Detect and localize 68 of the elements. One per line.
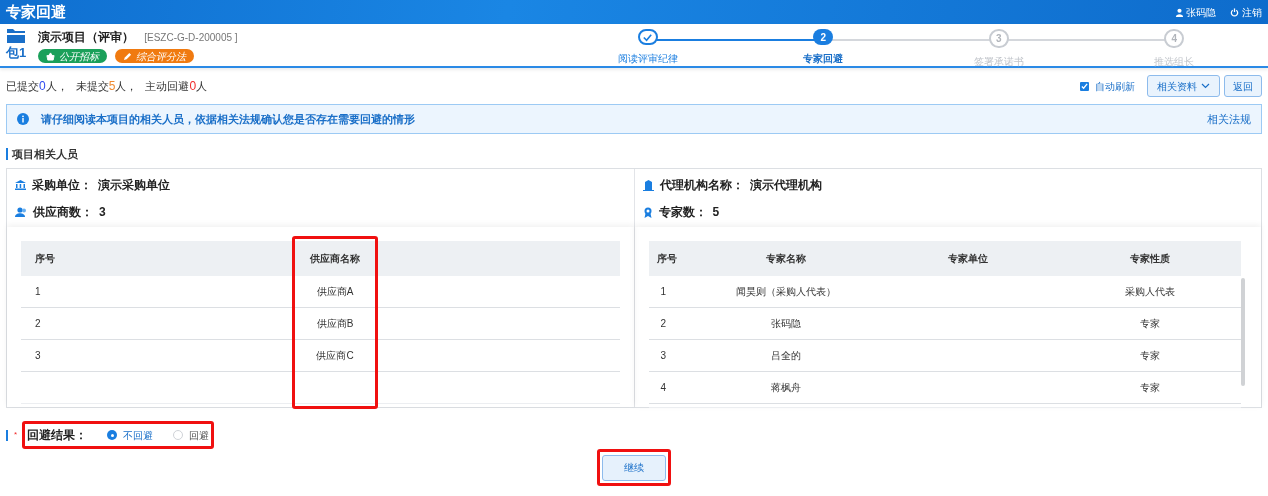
info-value: 5 [712,204,720,221]
notice-text: 请仔细阅读本项目的相关人员，依据相关法规确认您是否存在需要回避的情形 [41,111,415,127]
table-cell-text: 专家 [1138,349,1161,363]
column-header: 序号 [655,252,678,266]
info-icon [17,113,29,125]
table-cell-text: 吕全的 [769,349,802,363]
table-cell-text: 闻昊则（采购人代表） [734,285,837,299]
project-code: [ESZC-G-D-200005 ] [144,31,238,45]
table-cell: 供应商A [297,276,373,308]
check-icon [642,31,654,43]
method-tag: 综合评分法 [115,49,195,63]
column-header: 专家性质 [1128,252,1171,266]
table-cell-text: 2 [659,317,668,331]
page-title: 专家回避 [6,1,66,22]
regulations-link[interactable]: 相关法规 [1207,110,1251,128]
table-cell-text: 采购人代表 [1123,285,1176,299]
table-cell-text: 专家 [1138,381,1161,395]
materials-dropdown[interactable]: 相关资料 [1147,75,1220,97]
info-label: 专家数： [658,204,707,221]
folder-icon [7,28,26,43]
logout-button[interactable]: 注销 [1230,4,1262,20]
column-header: 专家单位 [946,252,989,266]
scrollbar[interactable] [1241,278,1245,386]
info-value: 演示采购单位 [98,177,170,194]
table-cell: 供应商B [297,308,373,340]
project-name: 演示项目（评审） [38,29,135,46]
table-cell-text: 张码隐 [769,317,802,331]
info-value: 演示代理机构 [749,177,822,194]
step-label: 阅读评审纪律 [617,52,678,66]
auto-refresh-checkbox[interactable]: 自动刷新 [1080,78,1135,94]
required-mark: * [14,429,18,441]
table-cell-text: 4 [659,381,668,395]
table-cell-text: 3 [659,349,668,363]
table-cell: 1 [21,276,297,308]
user-button[interactable]: 张码隐 [1175,4,1216,20]
table-cell: 2 [21,308,297,340]
continue-button[interactable]: 继续 [602,454,666,481]
table-cell-text: 专家 [1138,317,1161,331]
bank-icon [15,180,26,190]
result-label: 回避结果： [27,427,88,444]
package-label: 包1 [6,46,27,59]
back-button[interactable]: 返回 [1224,75,1262,97]
section-title: 项目相关人员 [6,148,78,160]
users-icon [15,207,27,217]
info-label: 供应商数： [33,204,93,221]
basket-icon [46,51,56,61]
power-icon [1230,7,1239,17]
info-label: 采购单位： [32,177,92,194]
method-tag: 公开招标 [38,49,108,63]
medal-icon [642,206,653,218]
table-cell-text: 蒋枫舟 [769,381,802,395]
user-icon [1175,7,1184,17]
column-header: 专家名称 [764,252,807,266]
info-value: 3 [99,204,106,221]
info-label: 代理机构名称： [659,177,744,194]
pen-icon [123,51,133,61]
radio-option[interactable]: 回避 [173,427,210,443]
table-cell-text: 1 [659,285,668,299]
radio-option[interactable]: 不回避 [107,427,154,443]
submission-summary: 已提交0人， 未提交5人， 主动回避0人 [6,78,209,95]
column-header: 序号 [21,241,297,276]
checkmark-icon [1081,82,1088,90]
table-cell: 3 [21,340,297,372]
building-icon [642,179,654,191]
table-cell: 供应商C [297,340,373,372]
chevron-down-icon [1201,83,1210,89]
step-label: 专家回避 [803,52,844,66]
column-header: 供应商名称 [297,241,373,276]
